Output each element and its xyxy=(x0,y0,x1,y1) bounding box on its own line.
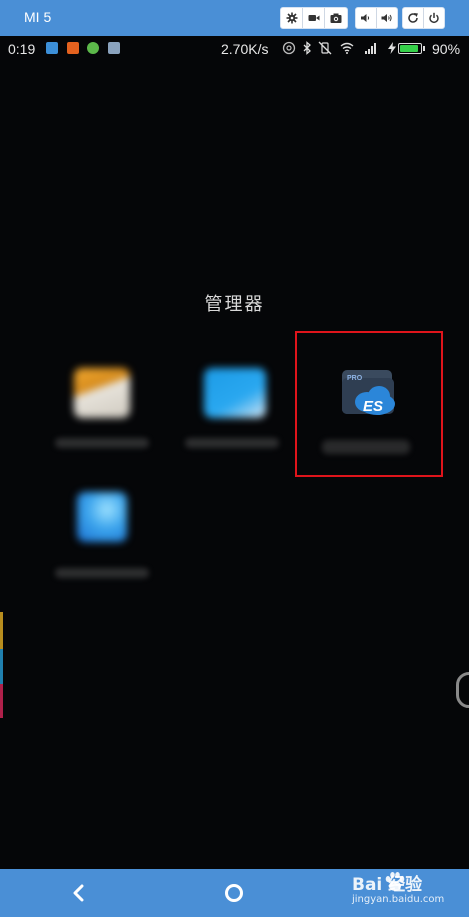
charging-icon xyxy=(388,42,396,54)
wifi-icon xyxy=(340,42,354,54)
app-label xyxy=(55,568,149,578)
folder-icon xyxy=(74,368,130,418)
power-icon[interactable] xyxy=(424,8,444,28)
app-label xyxy=(55,438,149,448)
battery-icon xyxy=(398,43,425,54)
back-icon[interactable] xyxy=(68,882,90,904)
paw-icon xyxy=(385,872,405,891)
es-pro-icon[interactable]: PRO ES xyxy=(339,368,399,420)
volume-up-icon[interactable] xyxy=(377,8,397,28)
emulator-title-bar: MI 5 xyxy=(0,0,469,36)
notification-icon xyxy=(108,42,120,54)
floating-ball[interactable] xyxy=(456,672,469,708)
volume-down-icon[interactable] xyxy=(356,8,377,28)
app-label xyxy=(322,440,410,454)
device-name: MI 5 xyxy=(24,9,52,25)
capture-controls xyxy=(280,7,348,29)
status-bar: 0:19 2.70K/s 90% xyxy=(0,36,469,62)
notification-icon xyxy=(67,42,79,54)
network-speed: 2.70K/s xyxy=(221,41,269,57)
vibrate-off-icon xyxy=(318,41,332,55)
bluetooth-icon xyxy=(303,41,311,55)
android-icon xyxy=(87,42,99,54)
video-icon[interactable] xyxy=(303,8,325,28)
battery-fill xyxy=(400,45,418,52)
file-manager-icon xyxy=(204,368,266,418)
volume-controls xyxy=(355,7,398,29)
edge-strip xyxy=(0,612,3,718)
watermark-sub: jingyan.baidu.com xyxy=(352,894,445,905)
app-label xyxy=(185,438,279,448)
settings-icon[interactable] xyxy=(281,8,303,28)
signal-icon xyxy=(365,43,376,54)
gallery-icon xyxy=(77,492,127,542)
nfc-icon xyxy=(282,41,296,55)
baidu-watermark: Bai 经验 jingyan.baidu.com xyxy=(330,866,469,916)
battery-percent: 90% xyxy=(432,41,461,57)
folder-title: 管理器 xyxy=(204,294,265,315)
camera-icon[interactable] xyxy=(325,8,347,28)
device-controls xyxy=(402,7,445,29)
rotate-icon[interactable] xyxy=(403,8,424,28)
status-time: 0:19 xyxy=(8,41,36,57)
es-mark: ES xyxy=(363,398,383,415)
pro-badge: PRO xyxy=(347,375,363,382)
home-icon[interactable] xyxy=(225,884,243,902)
notification-icon xyxy=(46,42,58,54)
